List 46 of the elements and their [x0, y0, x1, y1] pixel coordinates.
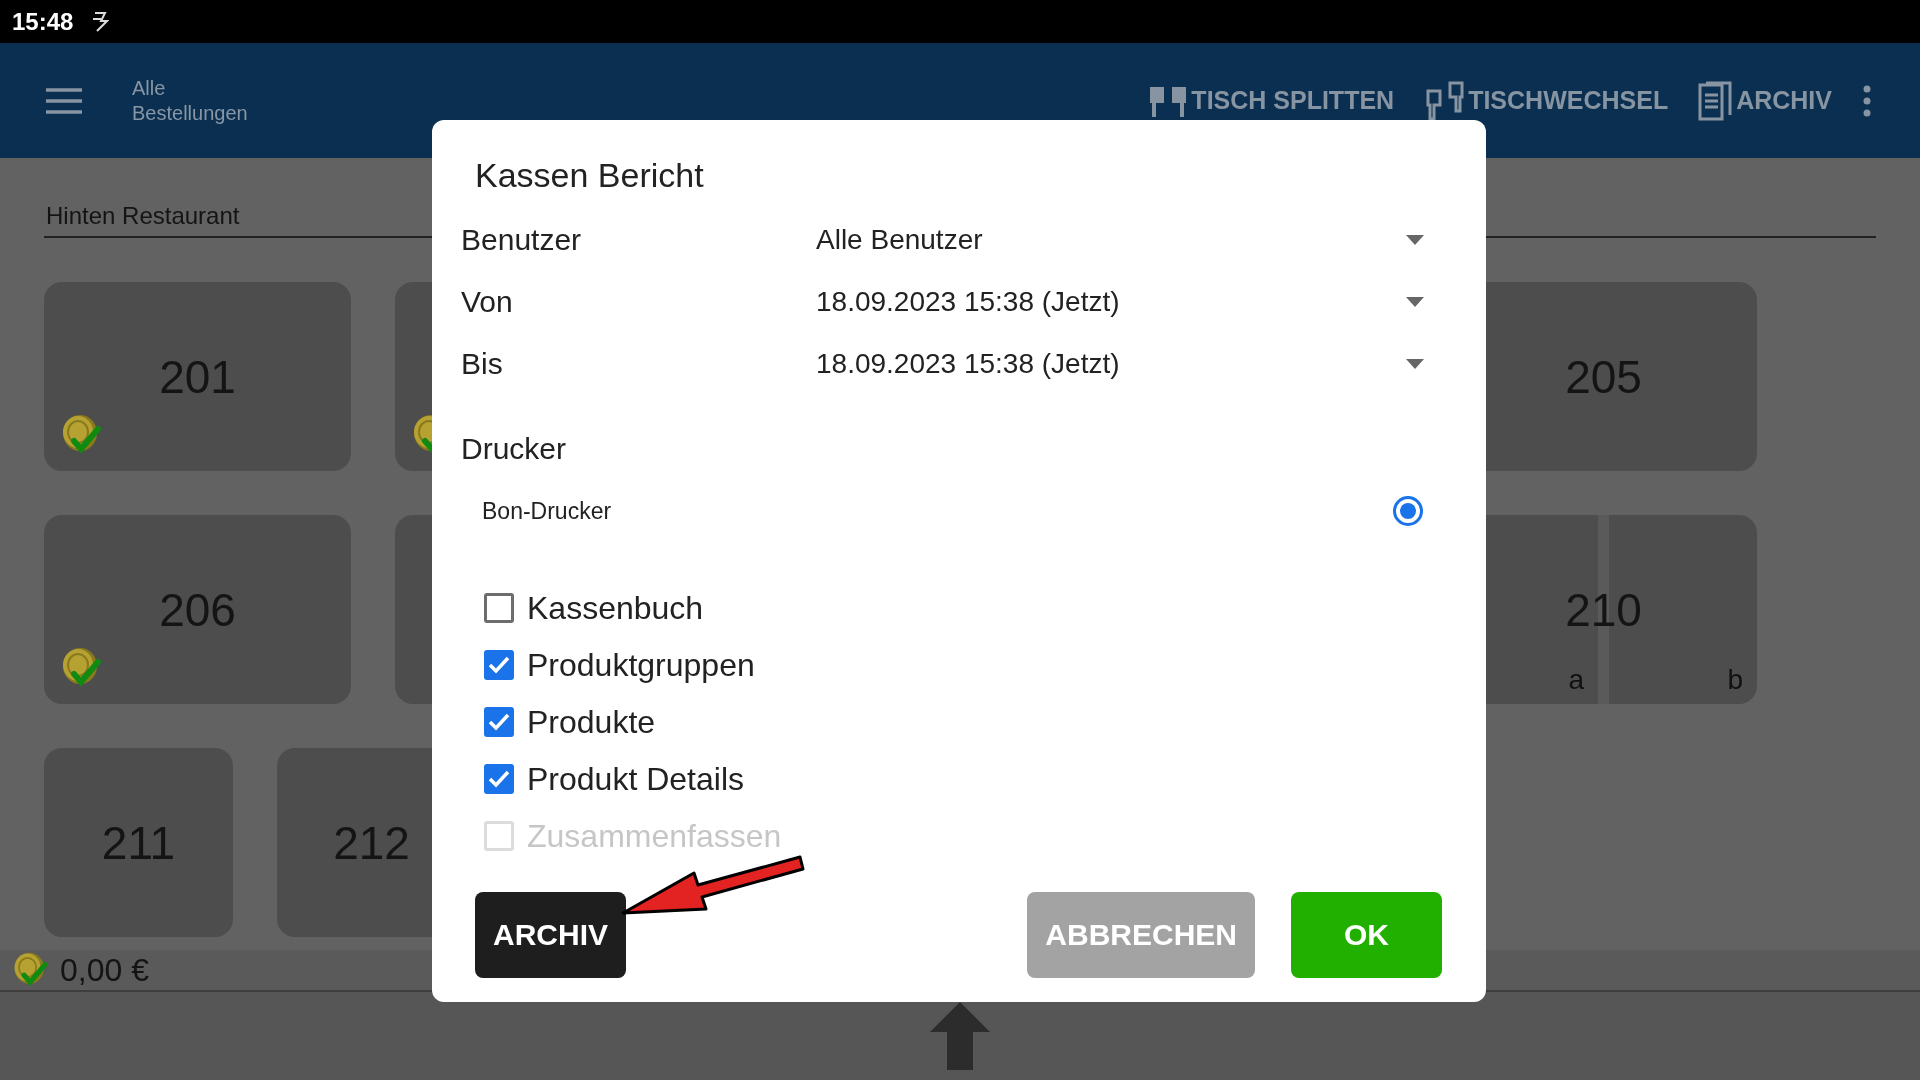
table-tile[interactable]: 211 [44, 748, 233, 937]
table-part-label: a [1568, 664, 1584, 696]
dropdown-field[interactable]: 18.09.2023 15:38 (Jetzt) [816, 348, 1446, 380]
checkbox[interactable] [484, 764, 514, 794]
more-menu-button[interactable] [1862, 84, 1872, 117]
table-number: 206 [159, 582, 236, 637]
checkbox[interactable] [484, 593, 514, 623]
total-amount: 0,00 € [60, 951, 149, 989]
table-number: 211 [101, 815, 176, 870]
section-heading: Drucker [461, 432, 567, 466]
document-icon [1698, 80, 1735, 121]
checkbox-label: Produkte [527, 703, 656, 741]
dropdown-field[interactable]: 18.09.2023 15:38 (Jetzt) [816, 286, 1446, 318]
printer-name: Bon-Drucker [482, 497, 612, 525]
table-number: 205 [1565, 349, 1642, 404]
toolbar-action[interactable]: TISCH SPLITTEN [1147, 82, 1395, 119]
chairs-swap-icon [1424, 80, 1467, 121]
table-number: 210 [1565, 582, 1642, 637]
table-tile[interactable]: 206 [44, 515, 351, 704]
dialog-button[interactable]: ARCHIV [475, 892, 626, 978]
checkbox[interactable] [484, 707, 514, 737]
checkbox[interactable] [484, 650, 514, 680]
dialog-button[interactable]: ABBRECHEN [1027, 892, 1255, 978]
notification-icon [91, 10, 110, 33]
field-label: Von [461, 285, 514, 319]
field-label: Bis [461, 347, 504, 381]
toolbar-action[interactable]: TISCHWECHSEL [1424, 80, 1669, 121]
table-part-label: b [1727, 664, 1743, 696]
table-tile[interactable]: 201 [44, 282, 351, 471]
menu-button[interactable] [46, 87, 82, 114]
toolbar-action[interactable]: ARCHIV [1698, 80, 1832, 121]
dropdown-caret-icon [1406, 235, 1424, 245]
dropdown-caret-icon [1406, 297, 1424, 307]
paid-coin-icon [12, 951, 50, 989]
checkbox-label: Kassenbuch [527, 589, 704, 627]
checkbox-label: Produkt Details [527, 760, 744, 798]
table-number: 212 [333, 815, 410, 870]
dropdown-caret-icon [1406, 359, 1424, 369]
app-title: Alle Bestellungen [132, 75, 249, 126]
dialog-button[interactable]: OK [1291, 892, 1442, 978]
checkbox-label: Produktgruppen [527, 646, 755, 684]
clock-time: 15:48 [12, 7, 74, 36]
radio-button[interactable] [1393, 496, 1423, 526]
table-number: 201 [159, 349, 236, 404]
checkbox-label: Zusammenfassen [527, 817, 782, 855]
dialog-title: Kassen Bericht [475, 156, 705, 195]
